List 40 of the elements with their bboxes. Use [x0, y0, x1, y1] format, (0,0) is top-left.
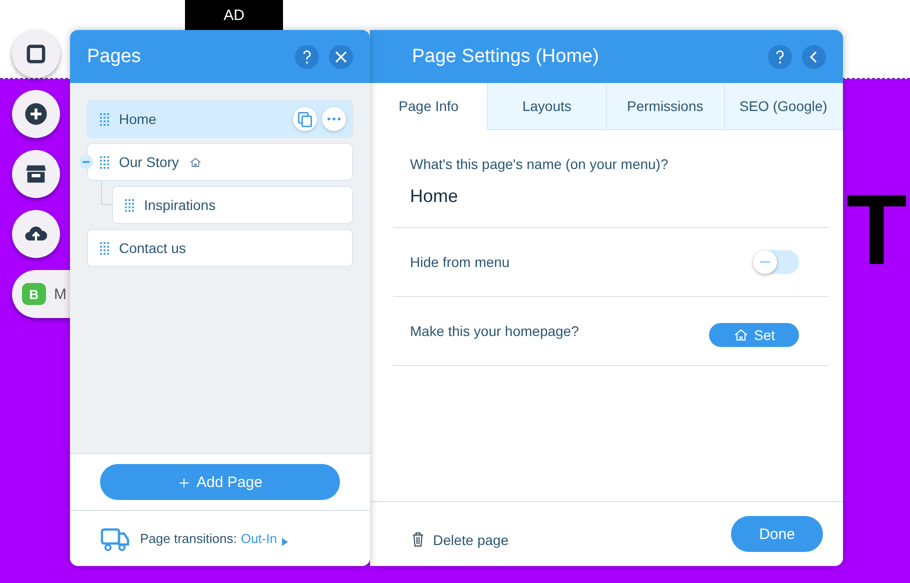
- page-name: Inspirations: [144, 197, 216, 213]
- help-icon[interactable]: [768, 44, 792, 68]
- tab[interactable]: SEO (Google): [724, 83, 843, 130]
- close-icon[interactable]: [329, 44, 353, 68]
- more-icon[interactable]: [322, 107, 346, 131]
- page-name: Our Story: [119, 154, 179, 170]
- transitions-label: Page transitions:: [140, 531, 237, 546]
- panel-title: Pages: [87, 46, 142, 68]
- plus-icon: [178, 476, 190, 488]
- help-icon[interactable]: [295, 44, 319, 68]
- setting-label: Make this your homepage?: [410, 323, 579, 339]
- duplicate-icon[interactable]: [293, 107, 317, 131]
- drag-handle-icon[interactable]: [100, 242, 109, 254]
- page-item[interactable]: Contact us: [87, 229, 353, 267]
- tab[interactable]: Page Info: [370, 83, 488, 130]
- chip-label: M: [54, 286, 66, 302]
- tab[interactable]: Layouts: [488, 83, 606, 130]
- back-icon[interactable]: [802, 44, 826, 68]
- chat-icon: B: [22, 283, 46, 305]
- panel-title: Page Settings (Home): [412, 46, 600, 68]
- field-label: What's this page's name (on your menu)?: [410, 156, 670, 172]
- drag-handle-icon[interactable]: [100, 156, 109, 168]
- add-icon: [23, 101, 49, 127]
- tab[interactable]: Permissions: [606, 83, 725, 130]
- ad-tag: AD: [185, 0, 283, 30]
- page-item[interactable]: Home: [87, 100, 353, 138]
- page-name: Contact us: [119, 240, 186, 256]
- trash-icon: [410, 530, 426, 548]
- page-item[interactable]: Our Story: [87, 143, 353, 181]
- page-name: Home: [119, 111, 156, 127]
- delete-page-button[interactable]: Delete page: [410, 530, 509, 548]
- truck-icon: [100, 526, 130, 552]
- toggle-switch[interactable]: [753, 250, 799, 274]
- home-icon: [732, 327, 749, 343]
- drag-handle-icon[interactable]: [125, 198, 134, 212]
- collapse-icon[interactable]: [79, 155, 93, 169]
- setting-label: Hide from menu: [410, 254, 510, 270]
- heading-letter: T: [846, 173, 908, 288]
- chat-chip[interactable]: B M: [12, 270, 70, 318]
- drag-handle-icon[interactable]: [100, 112, 109, 126]
